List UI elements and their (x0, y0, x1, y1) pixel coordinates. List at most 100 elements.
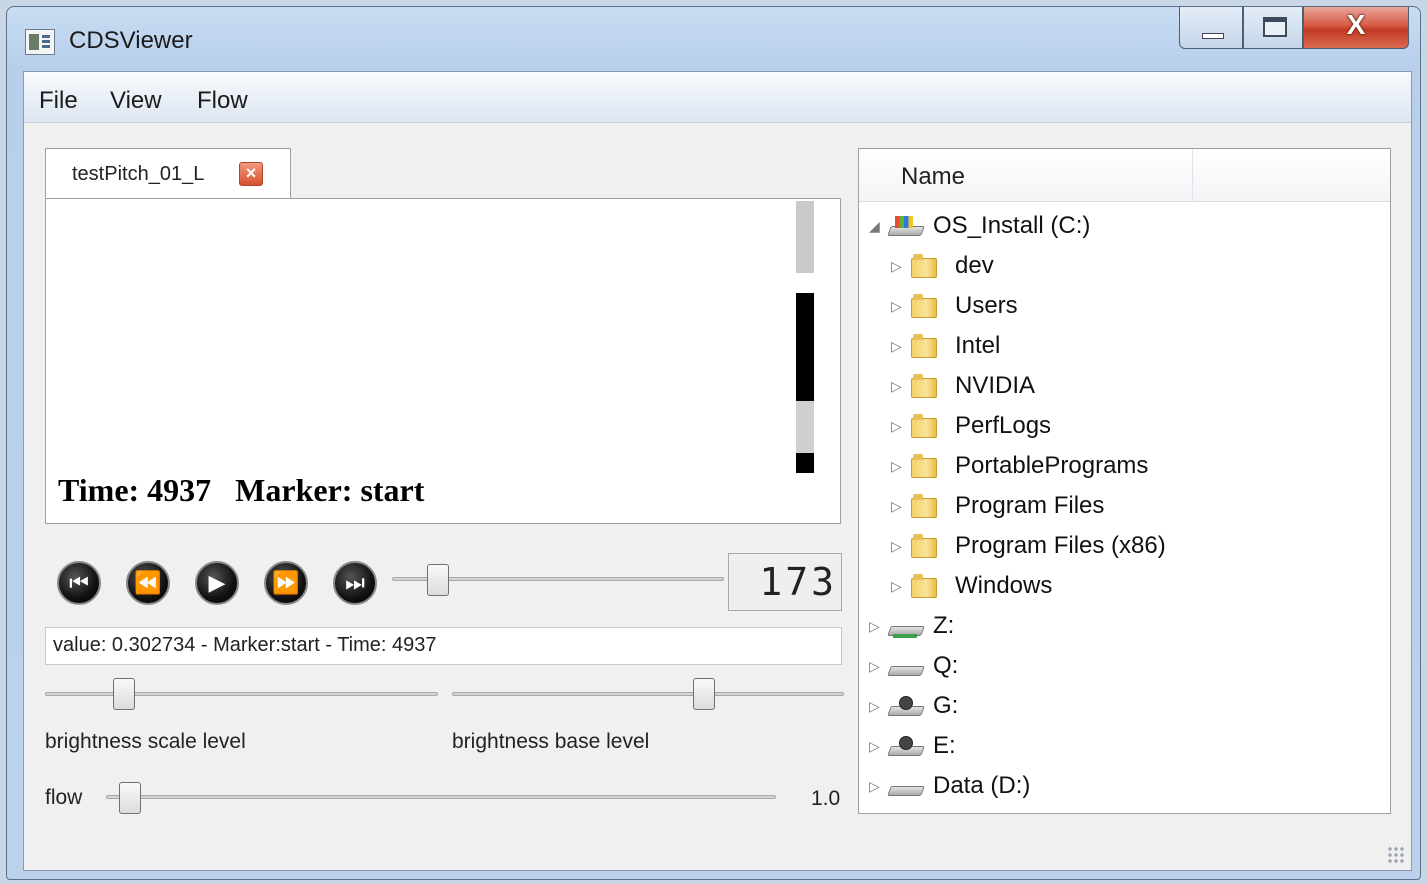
expand-arrow-icon[interactable]: ▷ (869, 778, 880, 795)
tree-header[interactable]: Name (859, 149, 1390, 202)
menu-bar: File View Flow (24, 72, 1411, 123)
viewer-info: Time: 4937 Marker: start (58, 472, 424, 509)
brightness-base-slider-handle[interactable] (692, 678, 715, 710)
tree-item[interactable]: ▷ NVIDIA (859, 366, 1390, 406)
frame-lcd-display: 173 (728, 553, 842, 611)
viewer-pane: Time: 4937 Marker: start (45, 198, 841, 524)
tree-item[interactable]: ▷ PortablePrograms (859, 446, 1390, 486)
play-icon: ▶ (208, 570, 226, 595)
minimize-icon (1202, 33, 1224, 39)
title-bar[interactable]: CDSViewer X (7, 7, 1420, 71)
brightness-base-slider-track[interactable] (452, 692, 844, 696)
fast-forward-button[interactable]: ⏩ (264, 561, 308, 605)
fast-forward-icon: ⏩ (272, 570, 300, 595)
rewind-button[interactable]: ⏪ (126, 561, 170, 605)
skip-to-end-button[interactable]: ⏭ (333, 561, 377, 605)
optical-drive-icon (889, 736, 923, 758)
expand-arrow-icon[interactable]: ▷ (891, 378, 902, 395)
tree-item[interactable]: ▷ Z: (859, 606, 1390, 646)
position-slider-handle[interactable] (427, 564, 450, 596)
collapse-arrow-icon[interactable]: ◢ (869, 218, 880, 235)
marker-label: Marker: (235, 472, 353, 508)
tree-item[interactable]: ▷ Program Files (859, 486, 1390, 526)
file-tree[interactable]: Name ◢ OS_Install (C:) ▷ dev ▷ Users ▷ Intel ▷ NV… (858, 148, 1391, 814)
tree-item-label: Users (955, 292, 1018, 319)
tree-item-label: E: (933, 732, 956, 759)
expand-arrow-icon[interactable]: ▷ (891, 538, 902, 555)
folder-icon (911, 374, 937, 398)
tree-header-separator (1192, 149, 1193, 201)
tree-item[interactable]: ▷ G: (859, 686, 1390, 726)
tree-item-label: dev (955, 252, 994, 279)
close-icon: X (1346, 9, 1366, 40)
tree-item[interactable]: ▷ PerfLogs (859, 406, 1390, 446)
folder-icon (911, 494, 937, 518)
tree-item[interactable]: ▷ Q: (859, 646, 1390, 686)
tree-item[interactable]: ◢ OS_Install (C:) (859, 206, 1390, 246)
flow-slider-track[interactable] (106, 795, 776, 799)
flow-value: 1.0 (811, 787, 841, 810)
folder-icon (911, 334, 937, 358)
close-button[interactable]: X (1303, 7, 1409, 49)
play-button[interactable]: ▶ (195, 561, 239, 605)
window-title: CDSViewer (69, 27, 193, 54)
drive-icon (889, 776, 923, 798)
skip-to-start-button[interactable]: ⏮ (57, 561, 101, 605)
tree-item[interactable]: ▷ E: (859, 726, 1390, 766)
tab-close-icon[interactable]: × (239, 162, 263, 186)
skip-to-end-icon: ⏭ (345, 570, 365, 595)
system-drive-icon (889, 216, 923, 238)
folder-icon (911, 534, 937, 558)
tree-item[interactable]: ▷ Intel (859, 326, 1390, 366)
expand-arrow-icon[interactable]: ▷ (891, 258, 902, 275)
menu-file[interactable]: File (39, 87, 78, 115)
tree-item-label: OS_Install (C:) (933, 212, 1091, 239)
rewind-icon: ⏪ (134, 570, 162, 595)
main-window: CDSViewer X File View Flow testPitch_01_… (6, 6, 1421, 880)
drive-icon (889, 656, 923, 678)
expand-arrow-icon[interactable]: ▷ (869, 738, 880, 755)
tree-item[interactable]: ▷ Windows (859, 566, 1390, 606)
menu-flow[interactable]: Flow (197, 87, 248, 115)
folder-icon (911, 574, 937, 598)
tree-item-label: Program Files (x86) (955, 532, 1166, 559)
expand-arrow-icon[interactable]: ▷ (869, 658, 880, 675)
tree-item-label: Q: (933, 652, 959, 679)
maximize-icon (1263, 17, 1287, 37)
tree-item-label: PortablePrograms (955, 452, 1149, 479)
tab-testpitch[interactable]: testPitch_01_L × (45, 148, 291, 200)
expand-arrow-icon[interactable]: ▷ (891, 298, 902, 315)
folder-icon (911, 414, 937, 438)
optical-drive-icon (889, 696, 923, 718)
expand-arrow-icon[interactable]: ▷ (869, 698, 880, 715)
expand-arrow-icon[interactable]: ▷ (891, 578, 902, 595)
tree-item-label: Data (D:) (933, 772, 1031, 799)
menu-view[interactable]: View (110, 87, 162, 115)
time-value: 4937 (147, 472, 212, 508)
tree-item-label: Z: (933, 612, 955, 639)
resize-grip-icon[interactable] (1387, 846, 1405, 864)
expand-arrow-icon[interactable]: ▷ (891, 458, 902, 475)
folder-icon (911, 254, 937, 278)
tree-item[interactable]: ▷ Users (859, 286, 1390, 326)
tree-item[interactable]: ▷ Program Files (x86) (859, 526, 1390, 566)
brightness-scale-slider-track[interactable] (45, 692, 438, 696)
tree-item[interactable]: ▷ dev (859, 246, 1390, 286)
tree-header-name[interactable]: Name (901, 163, 965, 191)
brightness-scale-label: brightness scale level (45, 730, 246, 753)
expand-arrow-icon[interactable]: ▷ (869, 618, 880, 635)
flow-slider-handle[interactable] (118, 782, 141, 814)
folder-icon (911, 294, 937, 318)
client-area: File View Flow testPitch_01_L × Time: 49… (23, 71, 1412, 871)
tree-item-label: Intel (955, 332, 1001, 359)
minimize-button[interactable] (1179, 7, 1243, 49)
expand-arrow-icon[interactable]: ▷ (891, 338, 902, 355)
expand-arrow-icon[interactable]: ▷ (891, 418, 902, 435)
tree-item-label: G: (933, 692, 959, 719)
expand-arrow-icon[interactable]: ▷ (891, 498, 902, 515)
brightness-scale-slider-handle[interactable] (112, 678, 135, 710)
maximize-button[interactable] (1243, 7, 1303, 49)
tree-item[interactable]: ▷ Data (D:) (859, 766, 1390, 806)
tree-item-label: Windows (955, 572, 1053, 599)
tree-item-label: PerfLogs (955, 412, 1052, 439)
